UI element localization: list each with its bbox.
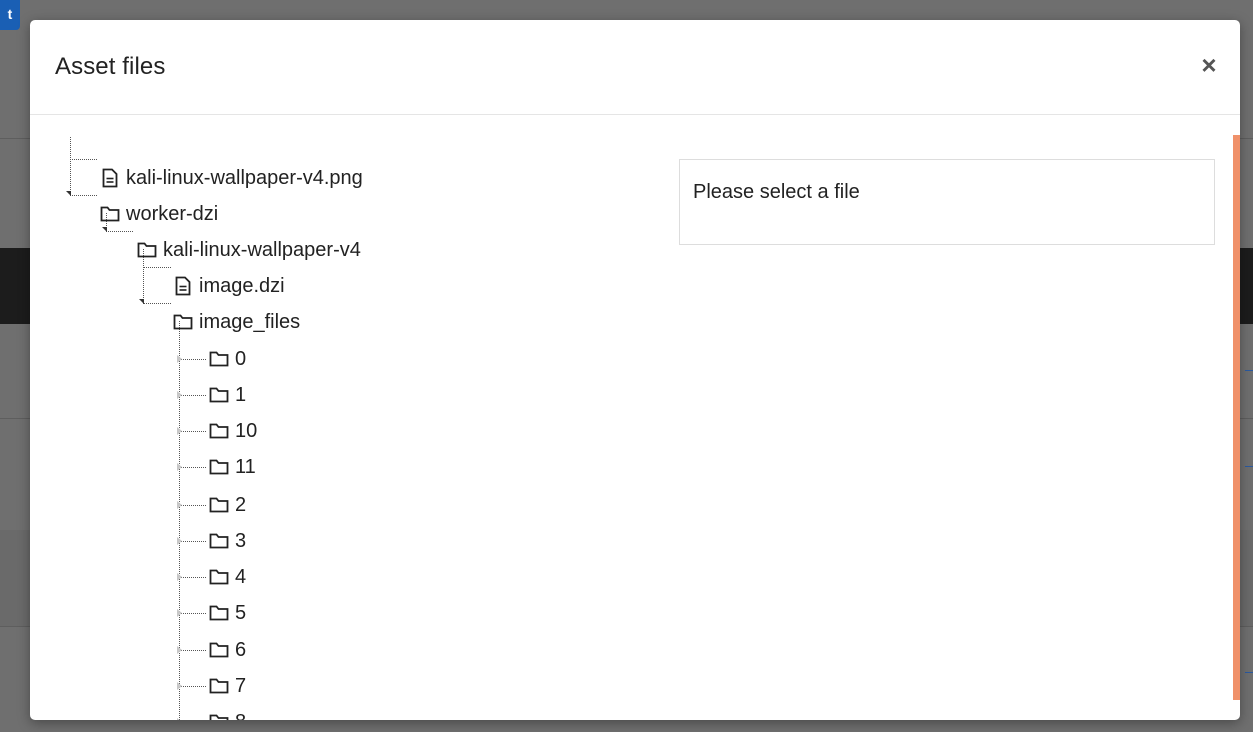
folder-icon xyxy=(209,601,229,625)
tree-connector xyxy=(70,159,97,160)
collapsed-arrow-icon[interactable] xyxy=(177,646,182,654)
tree-connector xyxy=(179,613,206,614)
collapsed-arrow-icon[interactable] xyxy=(177,427,182,435)
tree-connector xyxy=(179,321,180,720)
modal-body: kali-linux-wallpaper-v4.png worker-dzi k… xyxy=(30,115,1240,720)
tree-item-label: worker-dzi xyxy=(126,203,219,225)
scrollbar[interactable] xyxy=(1233,135,1240,700)
tree-item-folder[interactable]: 10 xyxy=(209,413,257,449)
file-tree: kali-linux-wallpaper-v4.png worker-dzi k… xyxy=(30,115,670,720)
folder-icon xyxy=(209,383,229,407)
file-icon xyxy=(173,274,193,298)
tree-item-label: 0 xyxy=(235,348,247,370)
tree-item-label: 7 xyxy=(235,675,247,697)
tree-item-label: 10 xyxy=(235,420,258,442)
tree-item-folder[interactable]: 0 xyxy=(209,341,246,377)
tree-connector xyxy=(179,431,206,432)
asset-files-modal: Asset files × kali-linux-wallpaper-v4.pn… xyxy=(30,20,1240,720)
tree-item-folder[interactable]: 2 xyxy=(209,487,246,523)
tree-item-folder[interactable]: 1 xyxy=(209,377,246,413)
tree-item-label: 4 xyxy=(235,566,247,588)
folder-icon xyxy=(209,455,229,479)
tree-item-folder[interactable]: 8 xyxy=(209,704,246,720)
folder-icon xyxy=(173,310,193,334)
tree-connector xyxy=(70,195,97,196)
folder-icon xyxy=(209,674,229,698)
background-link-fragment xyxy=(1245,370,1253,371)
tree-connector xyxy=(179,505,206,506)
tree-connector xyxy=(70,137,71,196)
collapsed-arrow-icon[interactable] xyxy=(177,537,182,545)
file-preview-panel: Please select a file xyxy=(679,159,1215,245)
tree-connector xyxy=(179,359,206,360)
collapsed-arrow-icon[interactable] xyxy=(177,355,182,363)
folder-icon xyxy=(209,638,229,662)
folder-icon xyxy=(209,710,229,720)
tree-item-label: 1 xyxy=(235,384,247,406)
tree-item-folder[interactable]: 4 xyxy=(209,559,246,595)
tree-item-file[interactable]: image.dzi xyxy=(173,268,285,304)
tree-item-folder[interactable]: kali-linux-wallpaper-v4 xyxy=(137,232,361,268)
collapsed-arrow-icon[interactable] xyxy=(177,501,182,509)
collapsed-arrow-icon[interactable] xyxy=(177,609,182,617)
collapsed-arrow-icon[interactable] xyxy=(177,463,182,471)
modal-header: Asset files × xyxy=(30,20,1240,115)
folder-icon xyxy=(209,419,229,443)
tree-item-folder[interactable]: 6 xyxy=(209,632,246,668)
tree-item-label: image.dzi xyxy=(199,275,285,297)
background-badge: t xyxy=(0,0,20,30)
collapsed-arrow-icon[interactable] xyxy=(177,573,182,581)
preview-placeholder: Please select a file xyxy=(693,181,860,203)
tree-item-folder[interactable]: worker-dzi xyxy=(100,196,218,232)
tree-connector xyxy=(179,467,206,468)
tree-item-folder[interactable]: image_files xyxy=(173,304,300,340)
collapsed-arrow-icon[interactable] xyxy=(177,391,182,399)
tree-connector xyxy=(179,541,206,542)
folder-icon xyxy=(137,238,157,262)
tree-connector xyxy=(179,650,206,651)
tree-connector xyxy=(179,577,206,578)
tree-item-folder[interactable]: 7 xyxy=(209,668,246,704)
collapsed-arrow-icon[interactable] xyxy=(177,718,182,720)
tree-item-label: 5 xyxy=(235,602,247,624)
tree-connector xyxy=(143,303,171,304)
expand-arrow-icon[interactable] xyxy=(139,299,144,304)
tree-item-label: kali-linux-wallpaper-v4 xyxy=(163,239,361,261)
tree-item-file[interactable]: kali-linux-wallpaper-v4.png xyxy=(100,160,363,196)
tree-item-label: 8 xyxy=(235,710,246,720)
tree-item-label: 6 xyxy=(235,639,247,661)
tree-item-label: 2 xyxy=(235,494,247,516)
close-button[interactable]: × xyxy=(1195,50,1223,80)
tree-item-label: image_files xyxy=(199,311,301,333)
tree-connector xyxy=(179,395,206,396)
folder-icon xyxy=(209,493,229,517)
tree-item-label: 11 xyxy=(235,456,256,478)
folder-icon xyxy=(100,202,120,226)
background-link-fragment xyxy=(1245,466,1253,467)
tree-item-label: kali-linux-wallpaper-v4.png xyxy=(126,167,363,189)
file-icon xyxy=(100,166,120,190)
folder-icon xyxy=(209,529,229,553)
background-link-fragment xyxy=(1245,672,1253,673)
modal-title: Asset files xyxy=(55,53,166,80)
tree-item-folder[interactable]: 11 xyxy=(209,449,256,485)
tree-item-folder[interactable]: 3 xyxy=(209,523,246,559)
tree-item-label: 3 xyxy=(235,530,247,552)
folder-icon xyxy=(209,565,229,589)
tree-item-folder[interactable]: 5 xyxy=(209,595,246,631)
expand-arrow-icon[interactable] xyxy=(66,191,71,196)
tree-connector xyxy=(179,686,206,687)
collapsed-arrow-icon[interactable] xyxy=(177,682,182,690)
folder-icon xyxy=(209,347,229,371)
